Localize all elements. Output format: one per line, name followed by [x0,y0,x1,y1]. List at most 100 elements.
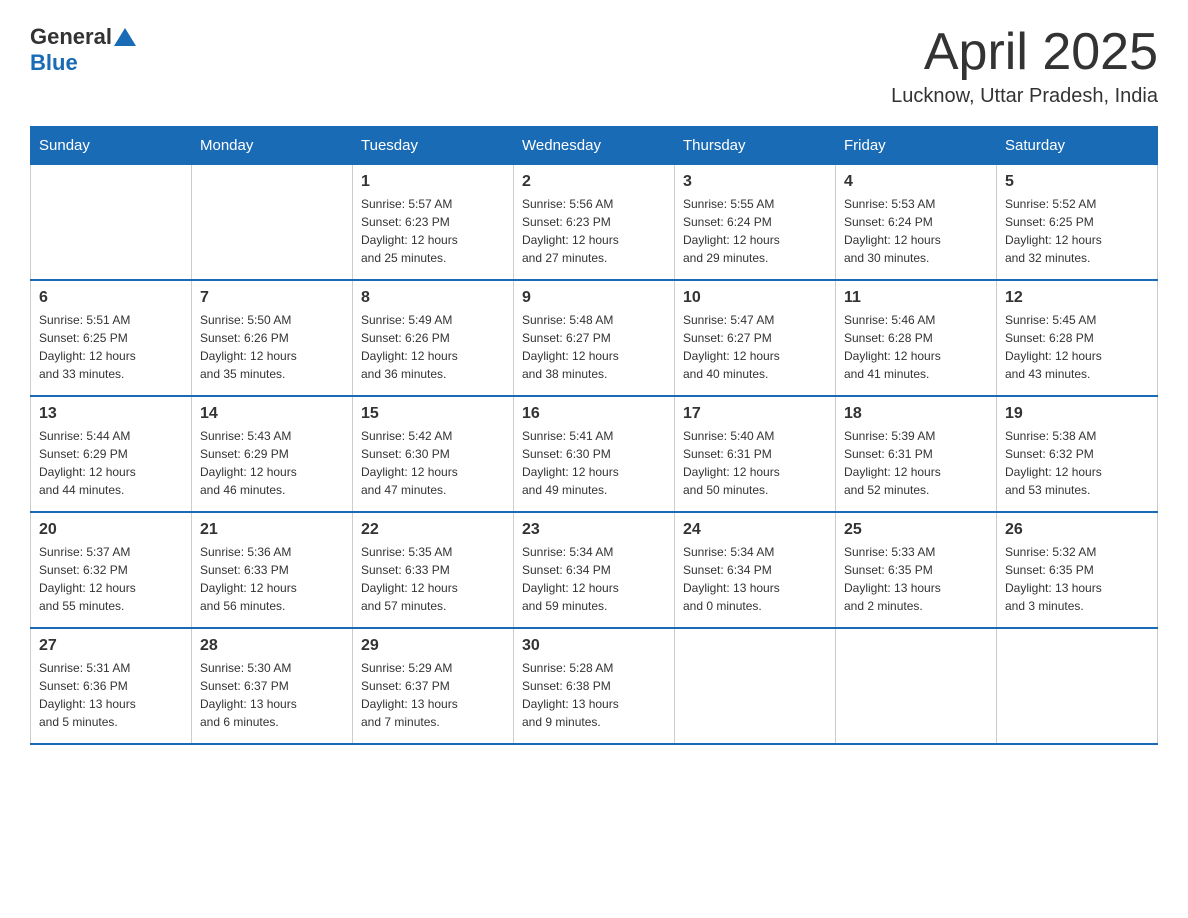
logo: General Blue [30,24,136,76]
day-info: Sunrise: 5:30 AM Sunset: 6:37 PM Dayligh… [200,659,344,731]
day-info: Sunrise: 5:37 AM Sunset: 6:32 PM Dayligh… [39,543,183,615]
day-number: 21 [200,521,344,539]
calendar-cell [836,628,997,744]
calendar-cell: 3 Sunrise: 5:55 AM Sunset: 6:24 PM Daylig… [675,165,836,281]
location-title: Lucknow, Uttar Pradesh, India [891,85,1158,108]
day-number: 12 [1005,289,1149,307]
calendar-week-row: 20 Sunrise: 5:37 AM Sunset: 6:32 PM Dayli… [31,512,1158,628]
calendar-cell [997,628,1158,744]
calendar-cell: 11 Sunrise: 5:46 AM Sunset: 6:28 PM Dayli… [836,280,997,396]
day-number: 7 [200,289,344,307]
calendar-cell: 21Sunrise: 5:36 AM Sunset: 6:33 PM Dayli… [192,512,353,628]
day-info: Sunrise: 5:45 AM Sunset: 6:28 PM Dayligh… [1005,311,1149,383]
day-info: Sunrise: 5:53 AM Sunset: 6:24 PM Dayligh… [844,195,988,267]
day-info: Sunrise: 5:32 AM Sunset: 6:35 PM Dayligh… [1005,543,1149,615]
day-number: 17 [683,405,827,423]
day-info: Sunrise: 5:56 AM Sunset: 6:23 PM Dayligh… [522,195,666,267]
day-number: 23 [522,521,666,539]
calendar-table: SundayMondayTuesdayWednesdayThursdayFrid… [30,126,1158,745]
calendar-cell: 18 Sunrise: 5:39 AM Sunset: 6:31 PM Dayli… [836,396,997,512]
day-info: Sunrise: 5:49 AM Sunset: 6:26 PM Dayligh… [361,311,505,383]
day-number: 20 [39,521,183,539]
title-section: April 2025 Lucknow, Uttar Pradesh, India [891,24,1158,108]
day-info: Sunrise: 5:28 AM Sunset: 6:38 PM Dayligh… [522,659,666,731]
day-number: 15 [361,405,505,423]
calendar-cell: 19 Sunrise: 5:38 AM Sunset: 6:32 PM Dayli… [997,396,1158,512]
calendar-cell: 20 Sunrise: 5:37 AM Sunset: 6:32 PM Dayli… [31,512,192,628]
weekday-header-sunday: Sunday [31,127,192,165]
weekday-header-saturday: Saturday [997,127,1158,165]
day-number: 14 [200,405,344,423]
calendar-cell: 16Sunrise: 5:41 AM Sunset: 6:30 PM Dayli… [514,396,675,512]
day-number: 19 [1005,405,1149,423]
calendar-cell: 23 Sunrise: 5:34 AM Sunset: 6:34 PM Dayli… [514,512,675,628]
calendar-cell: 9 Sunrise: 5:48 AM Sunset: 6:27 PM Daylig… [514,280,675,396]
weekday-header-row: SundayMondayTuesdayWednesdayThursdayFrid… [31,127,1158,165]
day-info: Sunrise: 5:42 AM Sunset: 6:30 PM Dayligh… [361,427,505,499]
calendar-cell: 12 Sunrise: 5:45 AM Sunset: 6:28 PM Dayli… [997,280,1158,396]
day-info: Sunrise: 5:40 AM Sunset: 6:31 PM Dayligh… [683,427,827,499]
day-info: Sunrise: 5:48 AM Sunset: 6:27 PM Dayligh… [522,311,666,383]
calendar-cell: 1Sunrise: 5:57 AM Sunset: 6:23 PM Daylig… [353,165,514,281]
calendar-week-row: 27Sunrise: 5:31 AM Sunset: 6:36 PM Dayli… [31,628,1158,744]
calendar-cell [31,165,192,281]
calendar-cell: 6Sunrise: 5:51 AM Sunset: 6:25 PM Daylig… [31,280,192,396]
day-number: 13 [39,405,183,423]
day-info: Sunrise: 5:57 AM Sunset: 6:23 PM Dayligh… [361,195,505,267]
day-number: 28 [200,637,344,655]
calendar-week-row: 6Sunrise: 5:51 AM Sunset: 6:25 PM Daylig… [31,280,1158,396]
day-number: 9 [522,289,666,307]
calendar-cell: 15 Sunrise: 5:42 AM Sunset: 6:30 PM Dayli… [353,396,514,512]
day-info: Sunrise: 5:52 AM Sunset: 6:25 PM Dayligh… [1005,195,1149,267]
calendar-cell [192,165,353,281]
weekday-header-wednesday: Wednesday [514,127,675,165]
day-number: 8 [361,289,505,307]
day-number: 24 [683,521,827,539]
month-title: April 2025 [891,24,1158,81]
calendar-cell: 29Sunrise: 5:29 AM Sunset: 6:37 PM Dayli… [353,628,514,744]
calendar-cell: 2 Sunrise: 5:56 AM Sunset: 6:23 PM Daylig… [514,165,675,281]
weekday-header-thursday: Thursday [675,127,836,165]
day-number: 26 [1005,521,1149,539]
day-info: Sunrise: 5:38 AM Sunset: 6:32 PM Dayligh… [1005,427,1149,499]
day-info: Sunrise: 5:39 AM Sunset: 6:31 PM Dayligh… [844,427,988,499]
day-number: 22 [361,521,505,539]
day-number: 4 [844,173,988,191]
calendar-cell: 7 Sunrise: 5:50 AM Sunset: 6:26 PM Daylig… [192,280,353,396]
day-number: 5 [1005,173,1149,191]
logo-blue-text: Blue [30,50,78,75]
day-number: 30 [522,637,666,655]
calendar-cell: 28 Sunrise: 5:30 AM Sunset: 6:37 PM Dayli… [192,628,353,744]
calendar-week-row: 1Sunrise: 5:57 AM Sunset: 6:23 PM Daylig… [31,165,1158,281]
calendar-cell: 17 Sunrise: 5:40 AM Sunset: 6:31 PM Dayli… [675,396,836,512]
day-number: 25 [844,521,988,539]
day-number: 29 [361,637,505,655]
calendar-cell: 14 Sunrise: 5:43 AM Sunset: 6:29 PM Dayli… [192,396,353,512]
day-number: 11 [844,289,988,307]
day-info: Sunrise: 5:50 AM Sunset: 6:26 PM Dayligh… [200,311,344,383]
day-info: Sunrise: 5:44 AM Sunset: 6:29 PM Dayligh… [39,427,183,499]
day-info: Sunrise: 5:47 AM Sunset: 6:27 PM Dayligh… [683,311,827,383]
day-number: 18 [844,405,988,423]
calendar-cell: 4 Sunrise: 5:53 AM Sunset: 6:24 PM Daylig… [836,165,997,281]
day-info: Sunrise: 5:46 AM Sunset: 6:28 PM Dayligh… [844,311,988,383]
day-number: 2 [522,173,666,191]
calendar-cell: 24Sunrise: 5:34 AM Sunset: 6:34 PM Dayli… [675,512,836,628]
page-header: General Blue April 2025 Lucknow, Uttar P… [30,24,1158,108]
day-info: Sunrise: 5:55 AM Sunset: 6:24 PM Dayligh… [683,195,827,267]
day-number: 3 [683,173,827,191]
calendar-cell: 13 Sunrise: 5:44 AM Sunset: 6:29 PM Dayli… [31,396,192,512]
calendar-cell: 22Sunrise: 5:35 AM Sunset: 6:33 PM Dayli… [353,512,514,628]
weekday-header-monday: Monday [192,127,353,165]
day-info: Sunrise: 5:33 AM Sunset: 6:35 PM Dayligh… [844,543,988,615]
day-info: Sunrise: 5:43 AM Sunset: 6:29 PM Dayligh… [200,427,344,499]
logo-triangle-icon [114,28,136,46]
calendar-cell: 10Sunrise: 5:47 AM Sunset: 6:27 PM Dayli… [675,280,836,396]
calendar-cell [675,628,836,744]
logo-general-text: General [30,24,112,50]
day-number: 27 [39,637,183,655]
calendar-cell: 8 Sunrise: 5:49 AM Sunset: 6:26 PM Daylig… [353,280,514,396]
day-info: Sunrise: 5:34 AM Sunset: 6:34 PM Dayligh… [522,543,666,615]
calendar-cell: 30 Sunrise: 5:28 AM Sunset: 6:38 PM Dayli… [514,628,675,744]
weekday-header-tuesday: Tuesday [353,127,514,165]
